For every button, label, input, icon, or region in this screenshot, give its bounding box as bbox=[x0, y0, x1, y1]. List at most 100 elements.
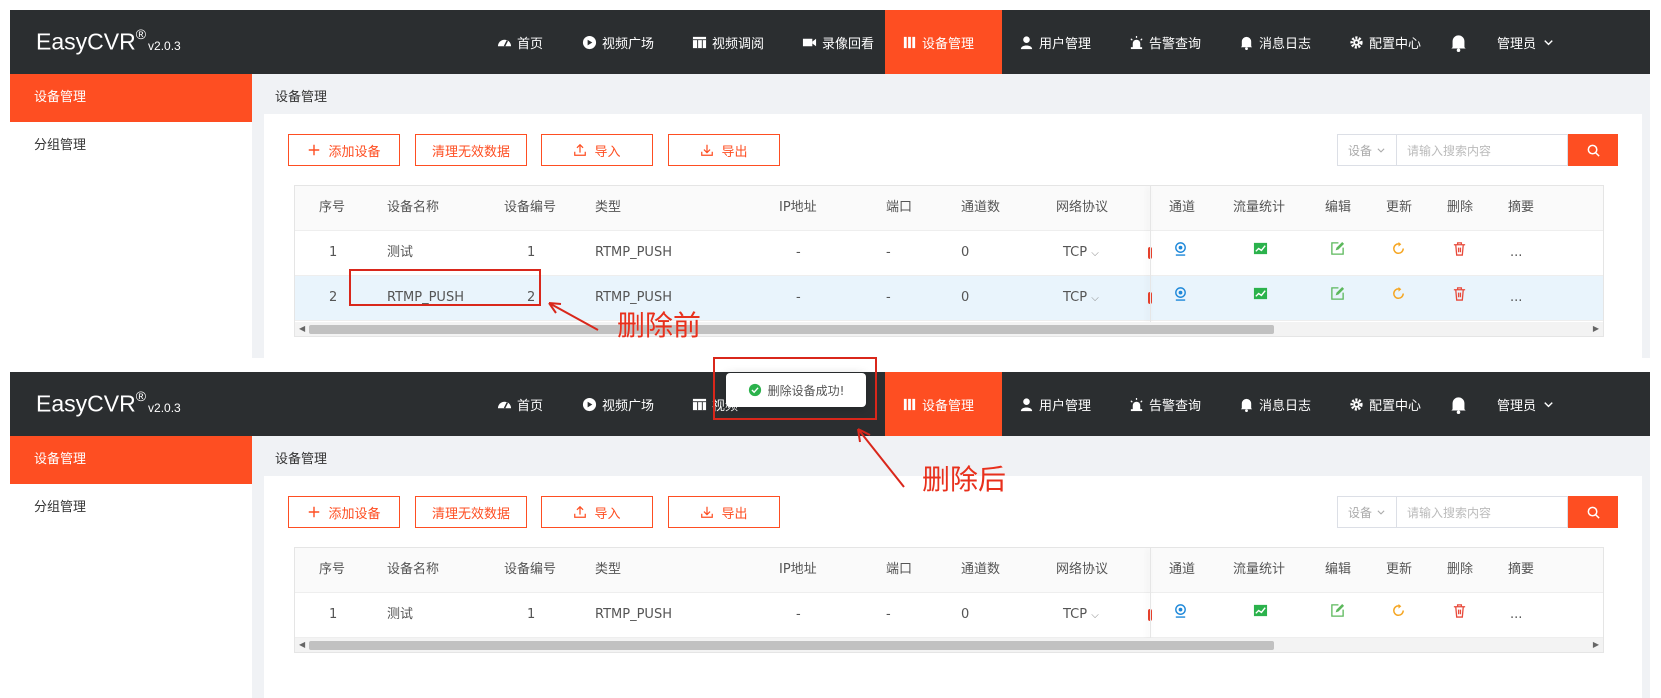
delete-button[interactable] bbox=[1452, 276, 1467, 320]
col-header-protocol[interactable]: 网络协议 bbox=[1056, 548, 1108, 592]
nav-video-view[interactable]: 视频调阅 bbox=[675, 10, 781, 74]
cell-ip: - bbox=[796, 607, 801, 622]
search-input[interactable]: 请输入搜索内容 bbox=[1396, 496, 1568, 528]
notification-bell-button[interactable] bbox=[1432, 372, 1485, 436]
edit-button[interactable] bbox=[1330, 593, 1345, 637]
col-header-edit[interactable]: 编辑 bbox=[1325, 548, 1351, 592]
search-type-select[interactable]: 设备 bbox=[1337, 134, 1396, 166]
search-input[interactable]: 请输入搜索内容 bbox=[1396, 134, 1568, 166]
col-header-no[interactable]: 序号 bbox=[319, 186, 345, 230]
clean-invalid-data-button[interactable]: 清理无效数据 bbox=[415, 134, 527, 166]
col-header-edit[interactable]: 编辑 bbox=[1325, 186, 1351, 230]
col-header-ip[interactable]: IP地址 bbox=[779, 186, 817, 230]
scrollbar-thumb[interactable] bbox=[309, 325, 1274, 334]
user-icon bbox=[1019, 397, 1034, 412]
channel-button[interactable] bbox=[1173, 276, 1188, 320]
col-header-protocol[interactable]: 网络协议 bbox=[1056, 186, 1108, 230]
scroll-right-icon[interactable]: ▶ bbox=[1593, 640, 1599, 649]
col-header-channel[interactable]: 通道 bbox=[1169, 186, 1195, 230]
col-header-id[interactable]: 设备编号 bbox=[504, 548, 556, 592]
horizontal-scrollbar[interactable]: ◀ ▶ bbox=[295, 322, 1603, 336]
col-header-type[interactable]: 类型 bbox=[595, 186, 621, 230]
protocol-select[interactable]: TCP ⌵ bbox=[1063, 593, 1099, 637]
horizontal-scrollbar[interactable]: ◀ ▶ bbox=[295, 638, 1603, 652]
update-button[interactable] bbox=[1391, 276, 1406, 320]
add-device-button[interactable]: 添加设备 bbox=[288, 134, 400, 166]
export-button[interactable]: 导出 bbox=[668, 496, 780, 528]
nav-alarm-query[interactable]: 告警查询 bbox=[1112, 372, 1218, 436]
edit-button[interactable] bbox=[1330, 276, 1345, 320]
scrollbar-thumb[interactable] bbox=[309, 641, 1274, 650]
protocol-select[interactable]: TCP ⌵ bbox=[1063, 231, 1099, 275]
traffic-stats-button[interactable] bbox=[1253, 593, 1268, 637]
table-row[interactable]: 1 测试 1 RTMP_PUSH - - 0 TCP ⌵ ... bbox=[295, 593, 1603, 638]
col-header-name[interactable]: 设备名称 bbox=[387, 186, 439, 230]
app-logo[interactable]: EasyCVR®v2.0.3 bbox=[36, 388, 181, 418]
add-device-button[interactable]: 添加设备 bbox=[288, 496, 400, 528]
delete-button[interactable] bbox=[1452, 231, 1467, 275]
col-header-update[interactable]: 更新 bbox=[1386, 548, 1412, 592]
sidebar-item-device-management[interactable]: 设备管理 bbox=[10, 74, 252, 122]
nav-device-management[interactable]: 设备管理 bbox=[885, 10, 1002, 74]
nav-user-management[interactable]: 用户管理 bbox=[1002, 10, 1108, 74]
protocol-select[interactable]: TCP ⌵ bbox=[1063, 276, 1099, 320]
sidebar-item-device-management[interactable]: 设备管理 bbox=[10, 436, 252, 484]
nav-video-square[interactable]: 视频广场 bbox=[565, 10, 671, 74]
edit-button[interactable] bbox=[1330, 231, 1345, 275]
search-type-select[interactable]: 设备 bbox=[1337, 496, 1396, 528]
user-menu[interactable]: 管理员 bbox=[1480, 372, 1573, 436]
col-header-update[interactable]: 更新 bbox=[1386, 186, 1412, 230]
nav-config-center[interactable]: 配置中心 bbox=[1332, 372, 1438, 436]
col-header-summary[interactable]: 摘要 bbox=[1508, 548, 1534, 592]
export-button[interactable]: 导出 bbox=[668, 134, 780, 166]
col-header-delete[interactable]: 删除 bbox=[1447, 548, 1473, 592]
summary-more[interactable]: ... bbox=[1510, 231, 1522, 275]
col-header-channels[interactable]: 通道数 bbox=[961, 548, 1000, 592]
summary-more[interactable]: ... bbox=[1510, 276, 1522, 320]
nav-video-square[interactable]: 视频广场 bbox=[565, 372, 671, 436]
col-header-no[interactable]: 序号 bbox=[319, 548, 345, 592]
nav-message-log[interactable]: 消息日志 bbox=[1222, 10, 1328, 74]
scroll-left-icon[interactable]: ◀ bbox=[299, 640, 305, 649]
channel-button[interactable] bbox=[1173, 593, 1188, 637]
sidebar-item-group-management[interactable]: 分组管理 bbox=[10, 122, 252, 170]
nav-message-log[interactable]: 消息日志 bbox=[1222, 372, 1328, 436]
update-button[interactable] bbox=[1391, 231, 1406, 275]
col-header-type[interactable]: 类型 bbox=[595, 548, 621, 592]
col-header-id[interactable]: 设备编号 bbox=[504, 186, 556, 230]
search-button[interactable] bbox=[1568, 496, 1618, 528]
nav-config-center[interactable]: 配置中心 bbox=[1332, 10, 1438, 74]
col-header-port[interactable]: 端口 bbox=[886, 548, 912, 592]
import-button[interactable]: 导入 bbox=[541, 496, 653, 528]
col-header-name[interactable]: 设备名称 bbox=[387, 548, 439, 592]
col-header-port[interactable]: 端口 bbox=[886, 186, 912, 230]
update-button[interactable] bbox=[1391, 593, 1406, 637]
clean-invalid-data-button[interactable]: 清理无效数据 bbox=[415, 496, 527, 528]
delete-button[interactable] bbox=[1452, 593, 1467, 637]
channel-button[interactable] bbox=[1173, 231, 1188, 275]
scroll-left-icon[interactable]: ◀ bbox=[299, 324, 305, 333]
nav-home[interactable]: 首页 bbox=[480, 372, 560, 436]
traffic-stats-button[interactable] bbox=[1253, 276, 1268, 320]
notification-bell-button[interactable] bbox=[1432, 10, 1485, 74]
nav-user-management[interactable]: 用户管理 bbox=[1002, 372, 1108, 436]
scroll-right-icon[interactable]: ▶ bbox=[1593, 324, 1599, 333]
col-header-channel[interactable]: 通道 bbox=[1169, 548, 1195, 592]
nav-device-management[interactable]: 设备管理 bbox=[885, 372, 1002, 436]
col-header-ip[interactable]: IP地址 bbox=[779, 548, 817, 592]
sidebar-item-group-management[interactable]: 分组管理 bbox=[10, 484, 252, 532]
user-menu[interactable]: 管理员 bbox=[1480, 10, 1573, 74]
traffic-stats-button[interactable] bbox=[1253, 231, 1268, 275]
col-header-delete[interactable]: 删除 bbox=[1447, 186, 1473, 230]
import-button[interactable]: 导入 bbox=[541, 134, 653, 166]
nav-home[interactable]: 首页 bbox=[480, 10, 560, 74]
col-header-summary[interactable]: 摘要 bbox=[1508, 186, 1534, 230]
col-header-traffic[interactable]: 流量统计 bbox=[1233, 186, 1285, 230]
nav-alarm-query[interactable]: 告警查询 bbox=[1112, 10, 1218, 74]
app-logo[interactable]: EasyCVR®v2.0.3 bbox=[36, 26, 181, 56]
col-header-traffic[interactable]: 流量统计 bbox=[1233, 548, 1285, 592]
search-button[interactable] bbox=[1568, 134, 1618, 166]
nav-playback[interactable]: 录像回看 bbox=[785, 10, 891, 74]
col-header-channels[interactable]: 通道数 bbox=[961, 186, 1000, 230]
summary-more[interactable]: ... bbox=[1510, 593, 1522, 637]
